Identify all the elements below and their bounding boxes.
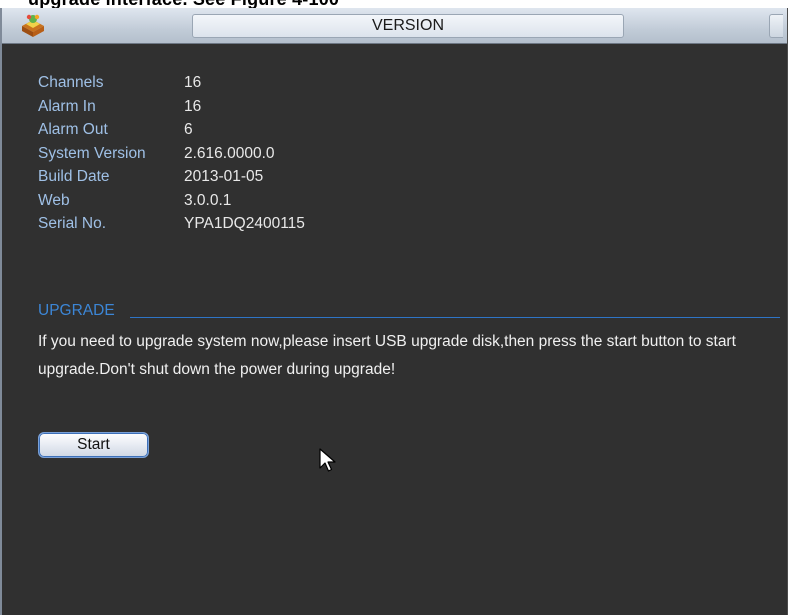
- info-label: Web: [38, 191, 70, 209]
- info-value: 2.616.0000.0: [184, 144, 275, 162]
- settings-box-icon: [22, 14, 44, 37]
- mouse-pointer-icon: [319, 448, 336, 472]
- upgrade-section-title: UPGRADE: [38, 302, 115, 319]
- start-upgrade-button[interactable]: Start: [38, 432, 149, 458]
- info-label: Alarm Out: [38, 121, 108, 138]
- info-label: Build Date: [38, 168, 110, 185]
- system-info-list: Channels 16 Alarm In 16 Alarm Out 6 System …: [38, 71, 305, 236]
- document-caption-strip: upgrade interface. See Figure 4-100: [0, 0, 793, 8]
- upgrade-instructions: If you need to upgrade system now,please…: [38, 333, 736, 378]
- info-row-serial-no: Serial No. YPA1DQ2400115: [38, 212, 305, 236]
- info-row-system-version: System Version 2.616.0000.0: [38, 142, 305, 166]
- info-label: Channels: [38, 74, 104, 91]
- info-row-alarm-in: Alarm In 16: [38, 95, 305, 119]
- info-row-build-date: Build Date 2013-01-05: [38, 165, 305, 189]
- info-value: YPA1DQ2400115: [184, 215, 305, 232]
- document-caption: upgrade interface. See Figure 4-100: [28, 0, 339, 8]
- title-bar-end-cap: [769, 14, 783, 38]
- info-value: 3.0.0.1: [184, 191, 232, 209]
- info-row-web: Web 3.0.0.1: [38, 189, 305, 213]
- info-value: 16: [184, 97, 202, 115]
- title-bar: VERSION: [2, 8, 787, 44]
- info-value: 2013-01-05: [184, 168, 264, 185]
- info-value: 6: [184, 121, 193, 138]
- info-label: Serial No.: [38, 215, 107, 232]
- upgrade-section-header: UPGRADE: [38, 301, 780, 321]
- info-label: Alarm In: [38, 97, 96, 115]
- info-value: 16: [184, 74, 202, 91]
- window-title: VERSION: [192, 14, 624, 38]
- info-row-alarm-out: Alarm Out 6: [38, 118, 305, 142]
- info-label: System Version: [38, 144, 146, 162]
- section-divider: [130, 317, 780, 318]
- info-row-channels: Channels 16: [38, 71, 305, 95]
- version-window: VERSION Channels 16 Alarm In 16 Alarm Out 6…: [0, 8, 788, 615]
